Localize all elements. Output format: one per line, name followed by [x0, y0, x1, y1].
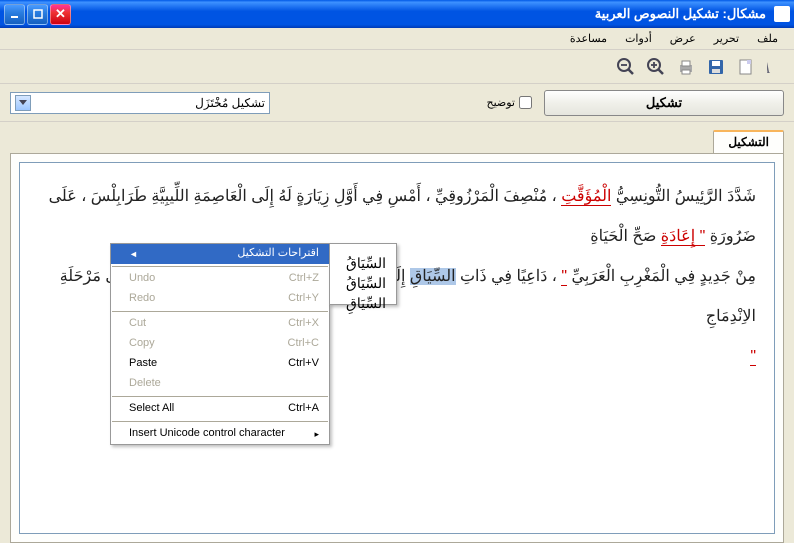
- titlebar: مشكال: تشكيل النصوص العربية ✕: [0, 0, 794, 28]
- ctx-delete[interactable]: Delete: [111, 374, 329, 394]
- menu-file[interactable]: ملف: [749, 30, 786, 47]
- app-icon: [774, 6, 790, 22]
- suggestion-item[interactable]: السِّيَاقُ: [330, 244, 396, 264]
- tab-vocalization[interactable]: التشكيل: [713, 130, 784, 153]
- clarify-checkbox-wrap[interactable]: توضيح: [486, 96, 532, 109]
- arrow-left-icon: ◄: [129, 243, 138, 266]
- chevron-down-icon: [15, 95, 31, 111]
- zoom-in-icon[interactable]: [644, 55, 668, 79]
- clarify-checkbox[interactable]: [519, 96, 532, 109]
- arrow-right-icon: ▸: [314, 423, 319, 446]
- action-row: تشكيل توضيح تشكيل مُخْتَزَل: [0, 84, 794, 122]
- svg-text:A: A: [767, 60, 770, 76]
- suggestion-item[interactable]: السِّيَاقِ: [330, 284, 396, 304]
- new-icon[interactable]: [734, 55, 758, 79]
- font-icon[interactable]: A: [764, 55, 788, 79]
- vocalize-button[interactable]: تشكيل: [544, 90, 784, 116]
- combo-value: تشكيل مُخْتَزَل: [31, 96, 265, 110]
- menu-view[interactable]: عرض: [662, 30, 704, 47]
- save-icon[interactable]: [704, 55, 728, 79]
- menu-edit[interactable]: تحرير: [706, 30, 747, 47]
- ctx-unicode[interactable]: Insert Unicode control character▸: [111, 424, 329, 444]
- zoom-out-icon[interactable]: [614, 55, 638, 79]
- suggestion-item[interactable]: السِّيَاقُ: [330, 264, 396, 284]
- close-button[interactable]: ✕: [50, 4, 71, 25]
- menubar: ملف تحرير عرض أدوات مساعدة: [0, 28, 794, 50]
- selected-word: السِّيَاقِ: [410, 268, 456, 285]
- ctx-select-all[interactable]: Select AllCtrl+A: [111, 399, 329, 419]
- window-title: مشكال: تشكيل النصوص العربية: [71, 6, 768, 22]
- minimize-button[interactable]: [4, 4, 25, 25]
- context-menu: ◄ اقتراحات التشكيل UndoCtrl+Z RedoCtrl+Y…: [110, 243, 330, 445]
- content-panel: شَدَّدَ الرَّئِيسُ التُّونِسِيُّ الْمُؤَ…: [10, 153, 784, 543]
- text-editor[interactable]: شَدَّدَ الرَّئِيسُ التُّونِسِيُّ الْمُؤَ…: [19, 162, 775, 534]
- menu-help[interactable]: مساعدة: [562, 30, 615, 47]
- ctx-redo[interactable]: RedoCtrl+Y: [111, 289, 329, 309]
- tab-area: التشكيل شَدَّدَ الرَّئِيسُ التُّونِسِيُّ…: [0, 130, 794, 543]
- maximize-button[interactable]: [27, 4, 48, 25]
- print-icon[interactable]: [674, 55, 698, 79]
- menu-tools[interactable]: أدوات: [617, 30, 660, 47]
- clarify-label: توضيح: [486, 96, 515, 109]
- ctx-suggestions[interactable]: ◄ اقتراحات التشكيل: [111, 244, 329, 264]
- suggestions-submenu: السِّيَاقُ السِّيَاقُ السِّيَاقِ: [329, 243, 397, 305]
- toolbar: A: [0, 50, 794, 84]
- mode-combo[interactable]: تشكيل مُخْتَزَل: [10, 92, 270, 114]
